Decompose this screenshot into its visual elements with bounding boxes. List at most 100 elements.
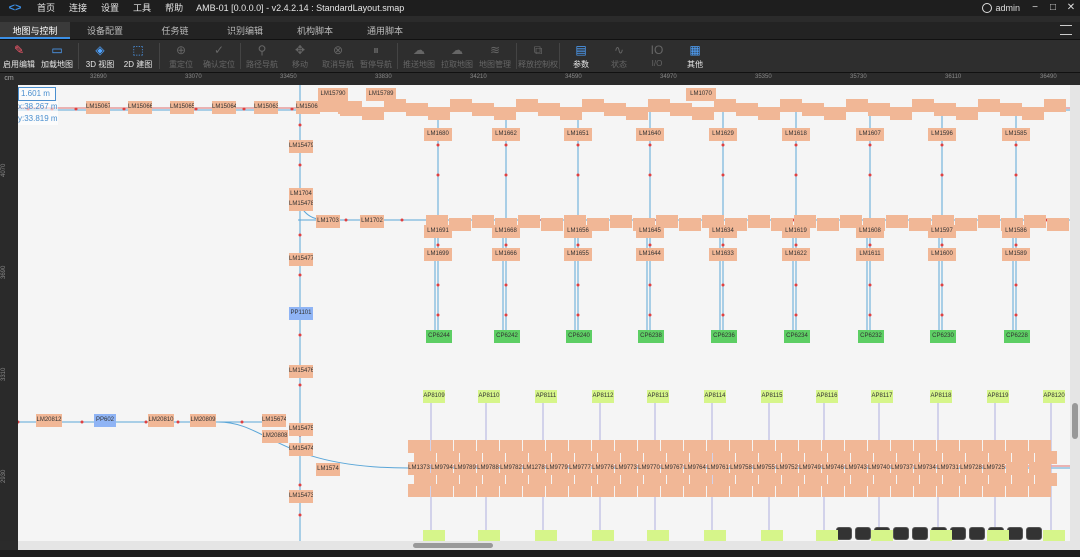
map-node[interactable]: [780, 99, 802, 112]
cp-node[interactable]: CP6240: [566, 330, 592, 343]
map-node[interactable]: [937, 484, 959, 497]
tab-device-config[interactable]: 设备配置: [70, 22, 140, 39]
map-node[interactable]: LM1607: [856, 128, 884, 141]
map-node[interactable]: [1000, 103, 1022, 116]
map-node[interactable]: [802, 103, 824, 116]
map-node[interactable]: [679, 218, 701, 231]
ap-node[interactable]: [871, 530, 893, 541]
map-node[interactable]: [450, 99, 472, 112]
map-node[interactable]: [886, 215, 908, 228]
ap-node[interactable]: AP8111: [535, 390, 557, 403]
toolbar-button-9[interactable]: ⏸ 暂停导航: [357, 40, 395, 73]
map-node[interactable]: LM1622: [782, 248, 810, 261]
map-node[interactable]: LM1611: [856, 248, 884, 261]
map-node[interactable]: [604, 103, 626, 116]
cp-node[interactable]: CP6244: [426, 330, 452, 343]
toolbar-button-2[interactable]: ◈ 3D 视图: [81, 40, 119, 73]
toolbar-button-5[interactable]: ✓ 确认定位: [200, 40, 238, 73]
map-node[interactable]: LM1640: [636, 128, 664, 141]
map-node[interactable]: [1029, 484, 1051, 497]
map-node[interactable]: [648, 99, 670, 112]
map-node[interactable]: [615, 484, 637, 497]
view-button[interactable]: [1026, 527, 1042, 540]
map-node[interactable]: [523, 484, 545, 497]
map-node[interactable]: [714, 99, 736, 112]
cp-node[interactable]: CP6234: [784, 330, 810, 343]
map-node[interactable]: [454, 484, 476, 497]
cp-node[interactable]: CP6238: [638, 330, 664, 343]
ap-node[interactable]: AP8117: [871, 390, 893, 403]
settings-sliders-icon[interactable]: [1060, 25, 1072, 35]
map-node[interactable]: [408, 484, 430, 497]
view-button[interactable]: [969, 527, 985, 540]
view-button[interactable]: [836, 527, 852, 540]
map-node[interactable]: LM15475: [289, 423, 313, 436]
map-node[interactable]: [736, 103, 758, 116]
vertical-scroll-thumb[interactable]: [1072, 403, 1078, 439]
view-button[interactable]: [950, 527, 966, 540]
ap-node[interactable]: AP8109: [423, 390, 445, 403]
toolbar-button-8[interactable]: ⊗ 取消导航: [319, 40, 357, 73]
map-node[interactable]: [477, 484, 499, 497]
map-node[interactable]: [661, 484, 683, 497]
map-node[interactable]: [472, 215, 494, 228]
ap-node[interactable]: AP8120: [1043, 390, 1065, 403]
map-node[interactable]: LM1691: [424, 225, 452, 238]
map-node[interactable]: LM1655: [564, 248, 592, 261]
toolbar-button-15[interactable]: ∿ 状态: [600, 40, 638, 73]
map-node[interactable]: LM20812: [36, 414, 62, 427]
map-node[interactable]: [500, 484, 522, 497]
ap-node[interactable]: AP8110: [478, 390, 500, 403]
map-node[interactable]: LM1619: [782, 225, 810, 238]
ap-node[interactable]: [535, 530, 557, 541]
view-button[interactable]: [1007, 527, 1023, 540]
map-node[interactable]: [1006, 484, 1028, 497]
toolbar-button-11[interactable]: ☁ 拉取地图: [438, 40, 476, 73]
map-node[interactable]: [822, 484, 844, 497]
map-node[interactable]: [748, 215, 770, 228]
toolbar-button-0[interactable]: ✎ 启用编辑: [0, 40, 38, 73]
map-node[interactable]: LM15063: [254, 101, 278, 114]
view-button[interactable]: [855, 527, 871, 540]
map-node[interactable]: [730, 484, 752, 497]
ap-node[interactable]: [647, 530, 669, 541]
ap-node[interactable]: [1043, 530, 1065, 541]
horizontal-scrollbar[interactable]: [18, 541, 1080, 550]
ap-node[interactable]: [816, 530, 838, 541]
map-node[interactable]: [934, 103, 956, 116]
map-node[interactable]: [776, 484, 798, 497]
map-node[interactable]: [753, 484, 775, 497]
map-node[interactable]: LM1662: [492, 128, 520, 141]
tab-recognition-edit[interactable]: 识别编辑: [210, 22, 280, 39]
map-node[interactable]: LM1634: [709, 225, 737, 238]
map-node[interactable]: LM1645: [636, 225, 664, 238]
map-node[interactable]: [518, 215, 540, 228]
map-node[interactable]: [983, 484, 1005, 497]
map-node[interactable]: [758, 107, 780, 120]
map-node[interactable]: LM20808: [262, 430, 288, 443]
ap-node[interactable]: AP8112: [592, 390, 614, 403]
map-node[interactable]: [692, 107, 714, 120]
cp-node[interactable]: CP6230: [930, 330, 956, 343]
map-node[interactable]: [1022, 107, 1044, 120]
map-node[interactable]: LM15674: [262, 414, 286, 427]
map-node[interactable]: [472, 103, 494, 116]
menu-tools[interactable]: 工具: [126, 0, 158, 16]
map-node[interactable]: [626, 107, 648, 120]
map-node[interactable]: [707, 484, 729, 497]
pp-node[interactable]: PP602: [94, 414, 116, 427]
map-node[interactable]: [817, 218, 839, 231]
map-node[interactable]: LM1589: [1002, 248, 1030, 261]
map-node[interactable]: [494, 107, 516, 120]
view-button[interactable]: [893, 527, 909, 540]
map-node[interactable]: [384, 99, 406, 112]
map-node[interactable]: LM1703: [316, 215, 340, 228]
map-node[interactable]: LM15473: [289, 490, 313, 503]
toolbar-button-1[interactable]: ▭ 加载地图: [38, 40, 76, 73]
user-menu[interactable]: admin: [982, 0, 1020, 16]
map-node[interactable]: LM1633: [709, 248, 737, 261]
map-node[interactable]: [406, 103, 428, 116]
map-node[interactable]: [868, 484, 890, 497]
toolbar-button-7[interactable]: ✥ 移动: [281, 40, 319, 73]
map-node[interactable]: [1047, 218, 1069, 231]
